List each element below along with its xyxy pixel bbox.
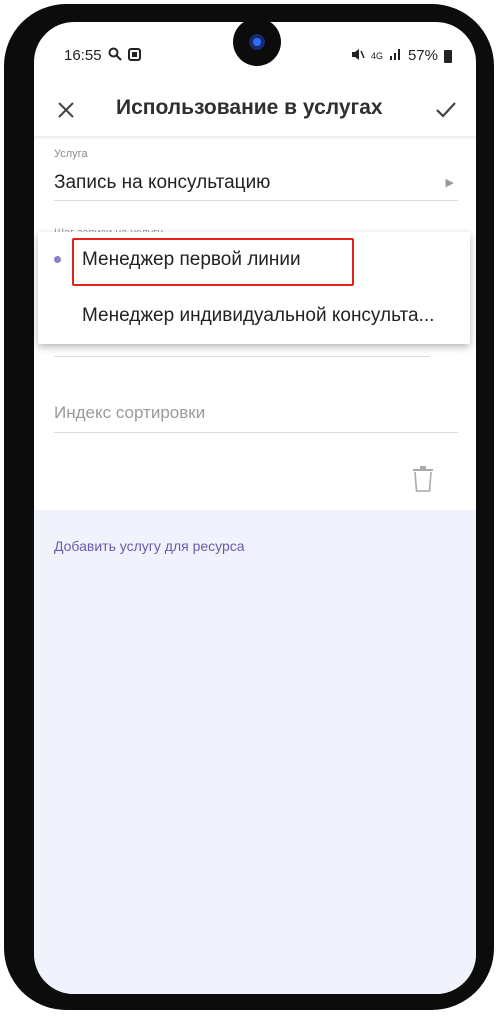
gallery-icon: [127, 47, 141, 64]
check-icon[interactable]: [428, 92, 464, 128]
phone-frame: 16:55 4G 57% Использование в услугах Усл…: [4, 4, 494, 1010]
service-field-caption: Услуга: [54, 148, 88, 160]
dropdown-item-label: Менеджер индивидуальной консульта...: [82, 305, 435, 326]
close-icon[interactable]: [48, 92, 84, 128]
mute-icon: [351, 48, 365, 64]
service-field-underline: [54, 200, 458, 201]
volume-down-button: [4, 322, 14, 404]
highlight-box: [72, 238, 354, 286]
trash-icon[interactable]: [412, 466, 434, 492]
battery-level: 57%: [407, 47, 438, 64]
dropdown-item-individual-consult-manager[interactable]: Менеджер индивидуальной консульта...: [38, 288, 470, 344]
screen: 16:55 4G 57% Использование в услугах Усл…: [34, 22, 476, 994]
volume-up-button: [4, 232, 14, 310]
page-title: Использование в услугах: [116, 96, 383, 119]
camera-lens: [249, 34, 265, 50]
dropdown-item-first-line-manager[interactable]: Менеджер первой линии: [38, 232, 470, 288]
signal-icon: [389, 48, 402, 63]
lower-area: Добавить услугу для ресурса: [34, 510, 476, 994]
sort-index-underline: [54, 432, 458, 433]
search-icon: [108, 47, 122, 64]
step-field-underline: [54, 356, 430, 357]
selected-bullet-icon: [54, 256, 61, 263]
add-service-link[interactable]: Добавить услугу для ресурса: [54, 538, 245, 554]
dropdown-menu: Менеджер первой линии Менеджер индивидуа…: [38, 232, 470, 344]
app-bar: Использование в услугах: [34, 84, 476, 136]
battery-icon: [444, 50, 452, 63]
network-type: 4G: [370, 50, 383, 61]
service-field[interactable]: Запись на консультацию: [54, 172, 270, 194]
power-button: [484, 266, 494, 384]
status-time: 16:55: [64, 47, 102, 64]
dropdown-arrow-icon[interactable]: ▶: [446, 176, 454, 189]
app-bar-shadow: [34, 136, 476, 140]
sort-index-input[interactable]: Индекс сортировки: [54, 403, 205, 423]
